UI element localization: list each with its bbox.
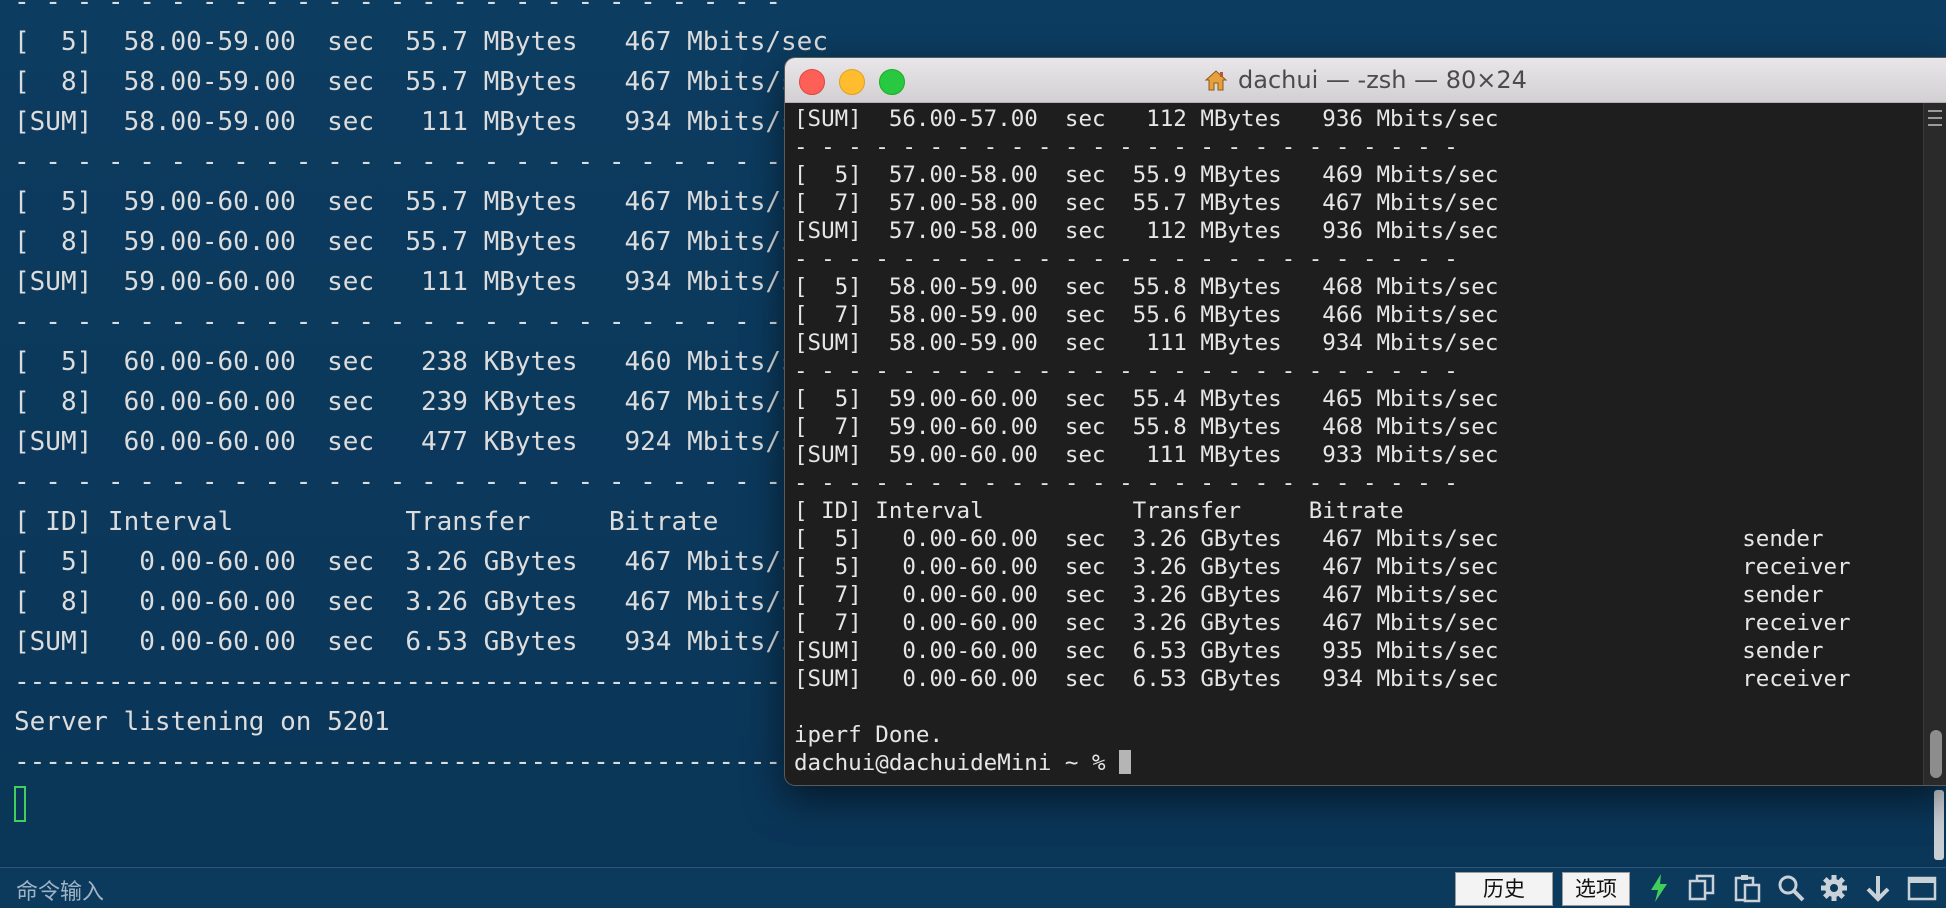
terminal-line: iperf Done. bbox=[794, 722, 944, 748]
terminal-line: - - - - - - - - - - - - - - - - - - - - … bbox=[794, 134, 1458, 160]
prompt-text: dachui@dachuideMini ~ % bbox=[794, 750, 1120, 776]
terminal-line: [ 7] 0.00-60.00 sec 3.26 GBytes 467 Mbit… bbox=[794, 610, 1851, 636]
window-title: dachui — -zsh — 80×24 bbox=[1238, 66, 1527, 94]
terminal-line: [ 5] 57.00-58.00 sec 55.9 MBytes 469 Mbi… bbox=[794, 162, 1499, 188]
copy-icon[interactable] bbox=[1686, 872, 1718, 904]
terminal-line: [ 7] 57.00-58.00 sec 55.7 MBytes 467 Mbi… bbox=[794, 190, 1499, 216]
terminal-line: [ 7] 0.00-60.00 sec 3.26 GBytes 467 Mbit… bbox=[794, 582, 1824, 608]
terminal-line: [ 5] 0.00-60.00 sec 3.26 GBytes 467 Mbit… bbox=[794, 526, 1824, 552]
background-terminal-scrollbar[interactable] bbox=[1934, 790, 1944, 860]
scrollbar-menu-icon[interactable] bbox=[1928, 108, 1942, 128]
terminal-line: - - - - - - - - - - - - - - - - - - - - … bbox=[794, 246, 1458, 272]
lightning-icon[interactable] bbox=[1643, 872, 1675, 904]
terminal-line: [ 7] 58.00-59.00 sec 55.6 MBytes 466 Mbi… bbox=[794, 302, 1499, 328]
status-bar: 命令输入 历史 选项 bbox=[0, 867, 1946, 908]
command-input-label[interactable]: 命令输入 bbox=[16, 874, 104, 906]
terminal-line: [ 5] 58.00-59.00 sec 55.8 MBytes 468 Mbi… bbox=[794, 274, 1499, 300]
terminal-line: [ 7] 59.00-60.00 sec 55.8 MBytes 468 Mbi… bbox=[794, 414, 1499, 440]
terminal-line: [ 5] 59.00-60.00 sec 55.4 MBytes 465 Mbi… bbox=[794, 386, 1499, 412]
terminal-line: - - - - - - - - - - - - - - - - - - - - … bbox=[794, 358, 1458, 384]
home-icon bbox=[1204, 68, 1228, 92]
background-terminal-cursor bbox=[14, 786, 26, 822]
search-icon[interactable] bbox=[1775, 872, 1807, 904]
shell-prompt[interactable]: dachui@dachuideMini ~ % bbox=[794, 749, 1851, 777]
window-titlebar[interactable]: dachui — -zsh — 80×24 bbox=[785, 58, 1946, 103]
terminal-line: [ ID] Interval Transfer Bitrate bbox=[794, 498, 1404, 524]
terminal-scrollbar[interactable] bbox=[1923, 103, 1946, 785]
download-arrow-icon[interactable] bbox=[1862, 872, 1894, 904]
terminal-line: [ 5] 58.00-59.00 sec 55.7 MBytes 467 Mbi… bbox=[14, 27, 828, 57]
options-button[interactable]: 选项 bbox=[1562, 872, 1630, 906]
terminal-line: [SUM] 57.00-58.00 sec 112 MBytes 936 Mbi… bbox=[794, 218, 1499, 244]
gear-icon[interactable] bbox=[1818, 872, 1850, 904]
window-icon[interactable] bbox=[1906, 872, 1938, 904]
terminal-line: - - - - - - - - - - - - - - - - - - - - … bbox=[14, 0, 782, 17]
terminal-line: [ 5] 0.00-60.00 sec 3.26 GBytes 467 Mbit… bbox=[794, 554, 1851, 580]
terminal-cursor bbox=[1119, 750, 1132, 774]
scrollbar-thumb[interactable] bbox=[1930, 730, 1942, 778]
terminal-line: - - - - - - - - - - - - - - - - - - - - … bbox=[794, 470, 1458, 496]
terminal-line: [SUM] 59.00-60.00 sec 111 MBytes 933 Mbi… bbox=[794, 442, 1499, 468]
history-button[interactable]: 历史 bbox=[1455, 872, 1553, 906]
terminal-line: [SUM] 58.00-59.00 sec 111 MBytes 934 Mbi… bbox=[794, 330, 1499, 356]
terminal-window[interactable]: dachui — -zsh — 80×24 [SUM] 56.00-57.00 … bbox=[785, 58, 1946, 785]
window-title-group: dachui — -zsh — 80×24 bbox=[785, 58, 1946, 102]
paste-icon[interactable] bbox=[1731, 872, 1763, 904]
desktop: - - - - - - - - - - - - - - - - - - - - … bbox=[0, 0, 1946, 908]
terminal-line: [SUM] 56.00-57.00 sec 112 MBytes 936 Mbi… bbox=[794, 106, 1499, 132]
terminal-line: [SUM] 0.00-60.00 sec 6.53 GBytes 935 Mbi… bbox=[794, 638, 1824, 664]
terminal-output: [SUM] 56.00-57.00 sec 112 MBytes 936 Mbi… bbox=[794, 105, 1851, 777]
terminal-line: [SUM] 0.00-60.00 sec 6.53 GBytes 934 Mbi… bbox=[794, 666, 1851, 692]
